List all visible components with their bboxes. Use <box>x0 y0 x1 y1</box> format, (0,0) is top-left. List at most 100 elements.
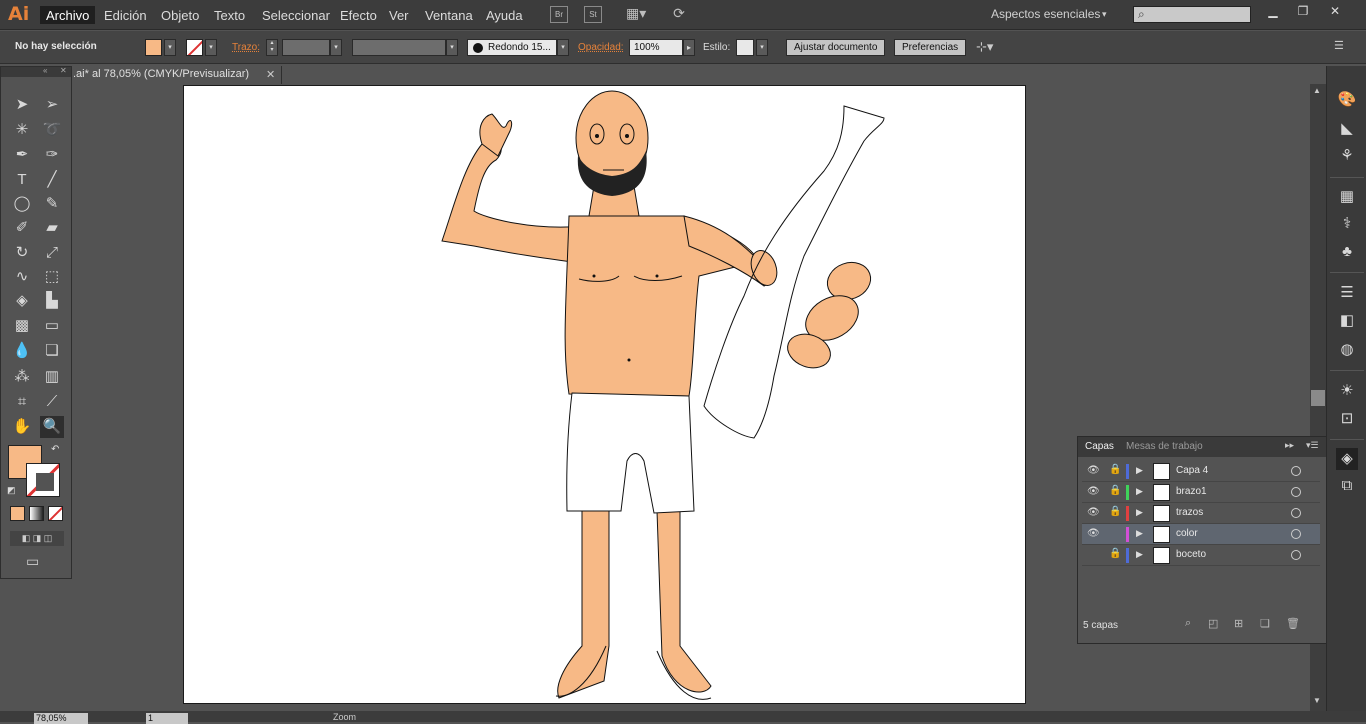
transparency-icon[interactable]: ◍ <box>1336 339 1358 361</box>
layer-name[interactable]: Capa 4 <box>1176 465 1208 476</box>
artboards-icon[interactable]: ⧉ <box>1336 475 1358 497</box>
pen-tool-icon[interactable]: ✒ <box>10 144 34 166</box>
tab-layers[interactable]: Capas <box>1085 441 1114 452</box>
zoom-field[interactable]: 78,05% <box>34 713 88 724</box>
panel-menu-icon[interactable]: ▾☰ <box>1306 440 1319 451</box>
target-icon[interactable] <box>1291 487 1301 497</box>
eye-icon[interactable]: 👁 <box>1087 528 1100 539</box>
curvature-tool-icon[interactable]: ✑ <box>40 144 64 166</box>
stroke-stepper-icon[interactable]: ▴ ▾ <box>266 39 278 56</box>
panel-menu-icon[interactable]: ☰ <box>1334 39 1344 52</box>
expand-icon[interactable]: ▸▸ <box>1285 440 1294 451</box>
graphic-styles-icon[interactable]: ⚕ <box>1336 213 1358 235</box>
swap-colors-icon[interactable]: ↶ <box>51 444 59 455</box>
bridge-icon[interactable]: Br <box>550 6 568 23</box>
minimize-icon[interactable]: ▁ <box>1260 5 1286 19</box>
layer-row[interactable]: 👁 ▶ color <box>1082 524 1320 545</box>
graph-tool-icon[interactable]: ▥ <box>40 366 64 388</box>
preferences-button[interactable]: Preferencias <box>894 39 967 56</box>
expand-arrow-icon[interactable]: ▶ <box>1136 465 1143 476</box>
layers-icon[interactable]: ◈ <box>1336 448 1358 470</box>
close-icon[interactable]: ✕ <box>266 68 275 81</box>
stroke-dropdown-icon[interactable]: ▾ <box>205 39 217 56</box>
layer-row[interactable]: 👁 🔒 ▶ Capa 4 <box>1082 461 1320 482</box>
eyedropper-tool-icon[interactable]: 💧 <box>10 340 34 362</box>
symbols-icon[interactable]: ⚘ <box>1336 145 1358 167</box>
artboard-field[interactable]: 1 <box>146 713 188 724</box>
menu-texto[interactable]: Texto <box>208 6 251 24</box>
variable-width-field[interactable] <box>352 39 446 56</box>
eye-icon[interactable]: 👁 <box>1087 465 1100 476</box>
locate-object-icon[interactable]: ⌕ <box>1185 617 1191 630</box>
lasso-tool-icon[interactable]: ➰ <box>40 119 64 141</box>
fill-dropdown-icon[interactable]: ▾ <box>164 39 176 56</box>
rotate-tool-icon[interactable]: ↻ <box>10 242 34 264</box>
restore-icon[interactable]: ❐ <box>1290 5 1316 19</box>
opacity-arrow-icon[interactable]: ▸ <box>683 39 695 56</box>
menu-ayuda[interactable]: Ayuda <box>480 6 529 24</box>
trash-icon[interactable]: 🗑 <box>1286 617 1300 630</box>
target-icon[interactable] <box>1291 550 1301 560</box>
eye-icon[interactable]: 👁 <box>1087 507 1100 518</box>
lock-icon[interactable]: 🔒 <box>1109 464 1121 475</box>
paintbrush-tool-icon[interactable]: ✎ <box>40 193 64 215</box>
scroll-down-icon[interactable]: ▼ <box>1313 696 1321 705</box>
stroke-weight-dropdown-icon[interactable]: ▾ <box>330 39 342 56</box>
stroke-label[interactable]: Trazo: <box>232 42 260 53</box>
stroke-panel-icon[interactable]: ☰ <box>1336 282 1358 304</box>
shape-builder-tool-icon[interactable]: ◈ <box>10 290 34 312</box>
vertical-scroll-thumb[interactable] <box>1311 390 1325 406</box>
adjust-document-button[interactable]: Ajustar documento <box>786 39 886 56</box>
menu-objeto[interactable]: Objeto <box>155 6 205 24</box>
gradient-tool-icon[interactable]: ▭ <box>40 315 64 337</box>
chevron-down-icon[interactable]: ▾ <box>1102 9 1107 20</box>
free-transform-tool-icon[interactable]: ⬚ <box>40 266 64 288</box>
menu-efecto[interactable]: Efecto <box>334 6 383 24</box>
layer-name[interactable]: brazo1 <box>1176 486 1207 497</box>
expand-arrow-icon[interactable]: ▶ <box>1136 507 1143 518</box>
expand-arrow-icon[interactable]: ▶ <box>1136 486 1143 497</box>
color-mode-icon[interactable] <box>10 506 25 521</box>
menu-edicion[interactable]: Edición <box>98 6 153 24</box>
menu-archivo[interactable]: Archivo <box>40 6 96 24</box>
brush-dropdown-icon[interactable]: ▾ <box>557 39 569 56</box>
default-colors-icon[interactable]: ◩ <box>7 485 16 496</box>
new-layer-icon[interactable]: ❏ <box>1260 617 1270 630</box>
direct-selection-tool-icon[interactable]: ➢ <box>40 94 64 116</box>
blend-tool-icon[interactable]: ❏ <box>40 340 64 362</box>
gpu-performance-icon[interactable]: ⟳ <box>670 6 688 23</box>
stroke-color-box[interactable] <box>26 463 60 497</box>
layer-row[interactable]: 👁 🔒 ▶ brazo1 <box>1082 482 1320 503</box>
artboard[interactable] <box>183 85 1026 704</box>
layer-row[interactable]: 🔒 ▶ boceto <box>1082 545 1320 566</box>
lock-icon[interactable]: 🔒 <box>1109 548 1121 559</box>
artboard-tool-icon[interactable]: ⌗ <box>10 391 34 413</box>
stock-icon[interactable]: St <box>584 6 602 23</box>
swatches-icon[interactable]: ▦ <box>1336 186 1358 208</box>
create-sublayer-icon[interactable]: ⊞ <box>1234 617 1243 630</box>
screen-mode-icon[interactable]: ▭ <box>26 553 39 570</box>
mesh-tool-icon[interactable]: ▩ <box>10 315 34 337</box>
arrange-icon[interactable]: ⊹▾ <box>976 39 993 55</box>
warp-tool-icon[interactable]: ∿ <box>10 266 34 288</box>
layer-name[interactable]: trazos <box>1176 507 1203 518</box>
lock-icon[interactable]: 🔒 <box>1109 485 1121 496</box>
align-icon[interactable]: ⊡ <box>1336 408 1358 430</box>
close-icon[interactable]: ✕ <box>1322 5 1348 19</box>
type-tool-icon[interactable]: T <box>10 169 34 191</box>
slice-tool-icon[interactable]: ⟋ <box>40 391 64 413</box>
tools-panel-header[interactable]: «✕ <box>1 66 71 77</box>
collapse-icon[interactable]: « <box>43 66 47 75</box>
ellipse-tool-icon[interactable]: ◯ <box>10 193 34 215</box>
selection-tool-icon[interactable]: ➤ <box>10 94 34 116</box>
perspective-grid-tool-icon[interactable]: ▙ <box>40 290 64 312</box>
layer-name[interactable]: boceto <box>1176 549 1206 560</box>
expand-arrow-icon[interactable]: ▶ <box>1136 549 1143 560</box>
close-icon[interactable]: ✕ <box>60 66 67 75</box>
menu-ver[interactable]: Ver <box>383 6 415 24</box>
layer-row[interactable]: 👁 🔒 ▶ trazos <box>1082 503 1320 524</box>
style-dropdown-icon[interactable]: ▾ <box>756 39 768 56</box>
stroke-weight-field[interactable] <box>282 39 330 56</box>
menu-seleccionar[interactable]: Seleccionar <box>256 6 336 24</box>
none-mode-icon[interactable] <box>48 506 63 521</box>
